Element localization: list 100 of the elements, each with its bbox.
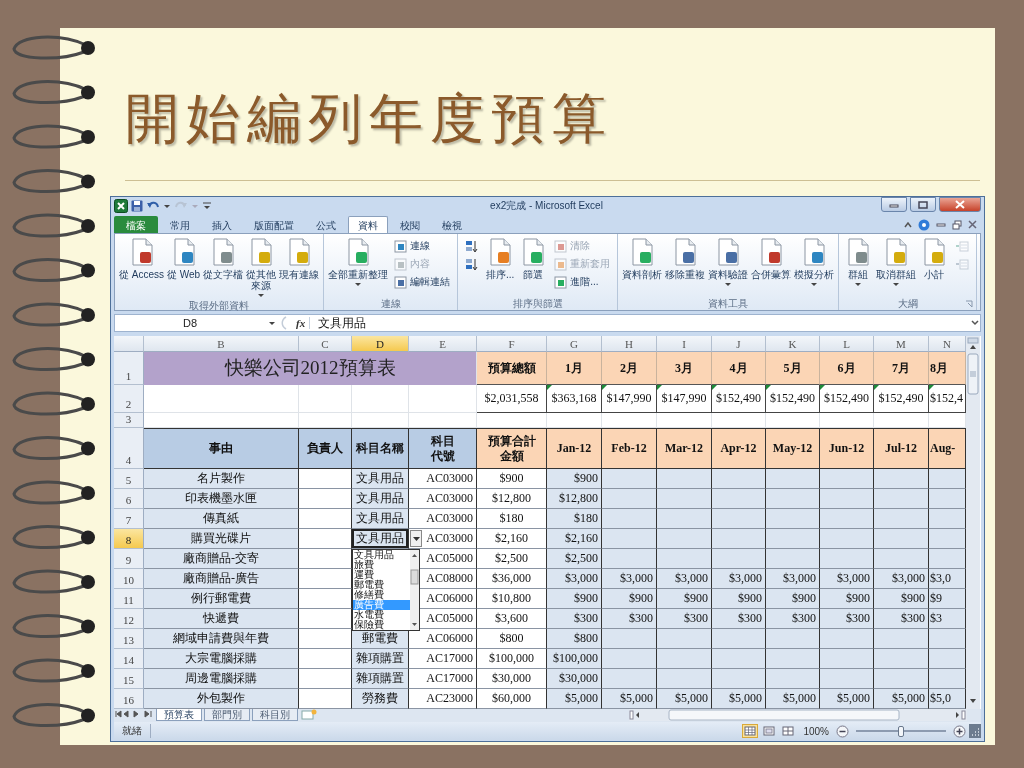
row-header[interactable]: 9: [114, 549, 144, 569]
row-header[interactable]: 13: [114, 629, 144, 649]
column-header[interactable]: I: [657, 336, 712, 352]
list-item[interactable]: 保險費: [353, 620, 410, 630]
ribbon-button[interactable]: 從文字檔: [202, 236, 245, 281]
minimize-button[interactable]: [881, 197, 907, 212]
ribbon-button[interactable]: 編輯連結: [392, 273, 453, 291]
row-header[interactable]: 5: [114, 469, 144, 489]
row-header[interactable]: 4: [114, 428, 144, 469]
column-header[interactable]: L: [820, 336, 874, 352]
ribbon-button[interactable]: 取消群組: [875, 236, 918, 288]
maximize-button[interactable]: [910, 197, 936, 212]
collapse-ribbon-icon[interactable]: [904, 221, 912, 228]
select-all-corner[interactable]: [114, 336, 144, 352]
row-header[interactable]: 7: [114, 509, 144, 529]
slider-thumb[interactable]: [898, 725, 904, 737]
ribbon-button[interactable]: 從 Web: [166, 236, 202, 281]
view-button[interactable]: [761, 724, 778, 738]
row-header[interactable]: 6: [114, 489, 144, 509]
ribbon-tab[interactable]: 公式: [306, 216, 346, 233]
table-cell: $300: [547, 609, 602, 629]
table-cell: 7月: [874, 352, 929, 385]
ribbon-button[interactable]: 模擬分析: [793, 236, 836, 288]
table-cell: [766, 489, 820, 509]
ribbon-button[interactable]: 資料剖析: [621, 236, 664, 281]
ribbon-button[interactable]: 從 Access: [118, 236, 165, 281]
row-header[interactable]: 10: [114, 569, 144, 589]
sheet-tab[interactable]: 科目別: [252, 709, 298, 721]
list-item[interactable]: 郵電費: [353, 580, 410, 590]
row-header[interactable]: 11: [114, 589, 144, 609]
ribbon-button[interactable]: 群組: [842, 236, 875, 288]
list-item[interactable]: 文具用品: [353, 550, 410, 560]
view-button[interactable]: [780, 724, 797, 738]
view-button[interactable]: [742, 724, 759, 738]
row-header[interactable]: 12: [114, 609, 144, 629]
help-icon[interactable]: [918, 218, 930, 231]
ribbon-button[interactable]: 從其他 來源: [245, 236, 278, 299]
horizontal-scrollbar[interactable]: [629, 709, 967, 721]
scrollbar[interactable]: [410, 550, 419, 630]
column-header[interactable]: C: [299, 336, 352, 352]
row-header[interactable]: 2: [114, 385, 144, 413]
ribbon-button[interactable]: 排序...: [484, 236, 517, 281]
list-item[interactable]: 運費: [353, 570, 410, 580]
row-header[interactable]: 3: [114, 413, 144, 428]
column-header[interactable]: F: [477, 336, 547, 352]
ribbon-tab[interactable]: 版面配置: [244, 216, 304, 233]
table-cell: $2,500: [547, 549, 602, 569]
file-tab[interactable]: 檔案: [114, 216, 158, 233]
ribbon-tab[interactable]: 資料: [348, 216, 388, 233]
ribbon-tab[interactable]: 插入: [202, 216, 242, 233]
column-header[interactable]: E: [409, 336, 477, 352]
row-header[interactable]: 8: [114, 529, 144, 549]
list-item[interactable]: 水電費: [353, 610, 410, 620]
column-header[interactable]: D: [352, 336, 409, 352]
row-header[interactable]: 1: [114, 352, 144, 385]
table-cell: [874, 549, 929, 569]
column-header[interactable]: J: [712, 336, 766, 352]
zoom-out-icon[interactable]: [836, 724, 849, 738]
dialog-launcher-icon[interactable]: [965, 300, 974, 308]
column-header[interactable]: G: [547, 336, 602, 352]
row-header[interactable]: 16: [114, 689, 144, 709]
ribbon-button[interactable]: 小計: [918, 236, 951, 281]
vertical-scrollbar[interactable]: [966, 336, 980, 709]
ribbon-button[interactable]: 全部重新整理: [327, 236, 390, 288]
ribbon-tab[interactable]: 常用: [160, 216, 200, 233]
dropdown-button[interactable]: [410, 530, 422, 547]
column-header[interactable]: K: [766, 336, 820, 352]
ribbon-button[interactable]: 篩選: [517, 236, 550, 281]
column-header[interactable]: H: [602, 336, 657, 352]
row-header[interactable]: 15: [114, 669, 144, 689]
restore-icon[interactable]: [952, 219, 962, 230]
zoom-in-icon[interactable]: [953, 724, 966, 738]
column-header[interactable]: M: [874, 336, 929, 352]
table-cell: $9: [929, 589, 966, 609]
sheet-tab[interactable]: 預算表: [156, 709, 202, 721]
zoom-level[interactable]: 100%: [799, 725, 833, 737]
table-cell: [766, 413, 820, 428]
close-button[interactable]: [939, 197, 981, 212]
ribbon-button[interactable]: 進階...: [552, 273, 613, 291]
resize-grip-icon[interactable]: [969, 724, 981, 738]
save-icon[interactable]: [131, 200, 143, 212]
ribbon-tab[interactable]: 檢視: [432, 216, 472, 233]
row-header[interactable]: 14: [114, 649, 144, 669]
close-icon[interactable]: [968, 220, 977, 229]
ribbon-tab[interactable]: 校閱: [390, 216, 430, 233]
column-header[interactable]: B: [144, 336, 299, 352]
sheet-navigation-icon[interactable]: [114, 709, 154, 719]
ribbon-button[interactable]: 資料驗證: [707, 236, 750, 288]
ribbon-button[interactable]: 移除重複: [664, 236, 707, 281]
ribbon-button[interactable]: 現有連線: [278, 236, 321, 281]
table-cell: [820, 509, 874, 529]
sheet-tab[interactable]: 部門別: [204, 709, 250, 721]
ribbon-button[interactable]: 連線: [392, 237, 453, 255]
ribbon-button[interactable]: 合併彙算: [750, 236, 793, 281]
customize-toolbar-icon[interactable]: [202, 201, 212, 211]
column-header[interactable]: N: [929, 336, 966, 352]
list-item[interactable]: 修繕費: [353, 590, 410, 600]
list-item[interactable]: 旅費: [353, 560, 410, 570]
caret-icon[interactable]: [163, 203, 171, 209]
table-cell: 外包製作: [144, 689, 299, 709]
